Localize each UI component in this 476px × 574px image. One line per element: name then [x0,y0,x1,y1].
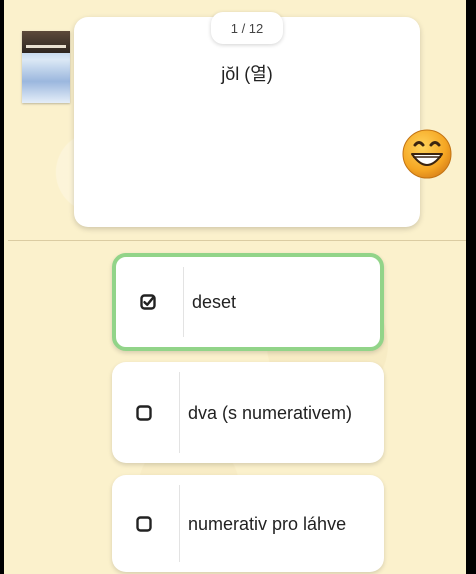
option-separator [179,485,180,562]
checkbox-empty-icon[interactable] [136,515,152,532]
thumbnail-header [22,31,70,53]
answer-option-3[interactable]: numerativ pro láhve [112,475,384,572]
answer-option-1[interactable]: deset [112,253,384,351]
answer-option-2[interactable]: dva (s numerativem) [112,362,384,463]
question-card [74,17,420,227]
option-separator [183,267,184,337]
answer-option-label: deset [192,292,237,312]
checkbox-empty-icon[interactable] [136,404,152,421]
grinning-face-icon[interactable] [401,128,453,180]
section-divider [8,240,466,241]
thumbnail-text-stripe [26,45,66,48]
progress-counter: 1 / 12 [211,12,283,44]
option-separator [179,372,180,453]
checkbox-checked-icon[interactable] [140,294,156,310]
question-word: jŏl (열) [221,64,273,84]
answer-option-label: dva (s numerativem) [188,402,353,423]
word-thumbnail-image[interactable] [22,31,70,103]
answer-option-label: numerativ pro láhve [188,513,347,534]
app-screen: 1 / 12 jŏl (열) deset dva (s numerativem) [4,0,466,574]
